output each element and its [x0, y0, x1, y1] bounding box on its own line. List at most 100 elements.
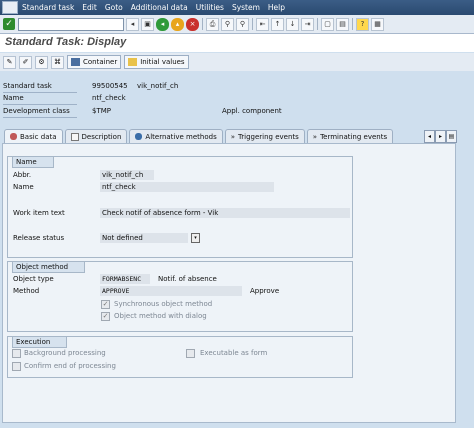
prev-page-icon[interactable]: ↑: [271, 17, 284, 31]
background-processing-checkbox[interactable]: [12, 349, 21, 358]
menu-goto[interactable]: Goto: [105, 3, 123, 12]
standard-toolbar: ✓ ◂ ▣ ◂ ▴ × ⎙ ⚲ ⚲ ⇤ ↑ ↓ ⇥ ▢ ▤ ? ▦: [0, 15, 474, 34]
menu-edit[interactable]: Edit: [82, 3, 97, 12]
find-icon[interactable]: ⚲: [221, 17, 234, 31]
initial-values-button[interactable]: Initial values: [124, 55, 189, 69]
toolbar-separator: [317, 18, 318, 30]
method-description: Approve: [250, 287, 280, 295]
tab-triggering-events-label: Triggering events: [238, 132, 299, 141]
container-button[interactable]: Container: [67, 55, 122, 69]
new-session-icon[interactable]: ▢: [321, 17, 334, 31]
event-arrow-icon: »: [312, 132, 318, 141]
object-type-field[interactable]: FORMABSENC: [100, 274, 150, 284]
object-method-group: Object method Object type FORMABSENC Not…: [7, 261, 353, 332]
tab-strip: Basic data Description Alternative metho…: [4, 129, 395, 143]
event-arrow-icon: »: [230, 132, 236, 141]
appl-component-label: Appl. component: [222, 107, 282, 115]
hierarchy-icon[interactable]: ⚙: [35, 55, 48, 69]
first-page-icon[interactable]: ⇤: [256, 17, 269, 31]
background-processing-label: Background processing: [24, 349, 106, 357]
dialog-label: Object method with dialog: [114, 312, 207, 320]
object-type-description: Notif. of absence: [158, 275, 217, 283]
display-change-icon[interactable]: ✎: [3, 55, 16, 69]
menu-bar: Standard task Edit Goto Additional data …: [0, 0, 474, 15]
container-button-label: Container: [83, 58, 118, 66]
chart-icon: [128, 58, 138, 66]
tab-description-label: Description: [81, 132, 122, 141]
execution-group-title: Execution: [12, 336, 68, 348]
dialog-checkbox[interactable]: ✓: [101, 312, 110, 321]
tab-triggering-events[interactable]: » Triggering events: [224, 129, 305, 143]
menu-additional-data[interactable]: Additional data: [131, 3, 188, 12]
next-page-icon[interactable]: ↓: [286, 17, 299, 31]
container-icon: [71, 58, 80, 66]
help-icon[interactable]: ?: [356, 17, 369, 31]
dev-class-label: Development class: [3, 107, 70, 115]
structure-icon[interactable]: ⌘: [51, 55, 64, 69]
tab-basic-data[interactable]: Basic data: [4, 129, 63, 143]
header-divider: [3, 104, 77, 105]
menu-standard-task[interactable]: Standard task: [22, 3, 74, 12]
work-item-text-label: Work item text: [13, 209, 65, 217]
standard-task-id: 99500545: [92, 82, 128, 90]
screen-title-bar: Standard Task: Display: [0, 34, 474, 52]
dev-class-value: $TMP: [92, 107, 111, 115]
toolbar-separator: [352, 18, 353, 30]
menu-help[interactable]: Help: [268, 3, 285, 12]
name-field[interactable]: ntf_check: [100, 182, 274, 192]
tab-scroll-left-icon[interactable]: ◂: [424, 130, 435, 143]
shortcut-icon[interactable]: ▤: [336, 17, 349, 31]
tab-alternative-methods[interactable]: Alternative methods: [129, 129, 223, 143]
cancel-icon[interactable]: ×: [186, 17, 199, 31]
abbr-field[interactable]: vik_notif_ch: [100, 170, 154, 180]
executable-as-form-label: Executable as form: [200, 349, 268, 357]
abbr-label: Abbr.: [13, 171, 32, 179]
history-dropdown-icon[interactable]: ◂: [126, 17, 139, 31]
methods-icon: [135, 133, 143, 140]
executable-as-form-checkbox[interactable]: [186, 349, 195, 358]
dropdown-icon[interactable]: ▾: [191, 233, 200, 243]
menu-system[interactable]: System: [232, 3, 260, 12]
tab-terminating-events-label: Terminating events: [320, 132, 388, 141]
confirm-end-checkbox[interactable]: [12, 362, 21, 371]
method-field[interactable]: APPROVE: [100, 286, 242, 296]
toolbar-separator: [202, 18, 203, 30]
basic-data-panel: Name Abbr. vik_notif_ch Name ntf_check W…: [2, 143, 456, 423]
name-group-title: Name: [12, 156, 54, 168]
method-label: Method: [13, 287, 40, 295]
work-item-text-field[interactable]: Check notif of absence form - Vik: [100, 208, 350, 218]
tab-description[interactable]: Description: [64, 129, 128, 143]
execution-group: Execution Background processing Executab…: [7, 336, 353, 378]
tab-alternative-methods-label: Alternative methods: [145, 132, 217, 141]
tab-scroll-right-icon[interactable]: ▸: [435, 130, 446, 143]
header-divider: [3, 92, 77, 93]
tab-list-icon[interactable]: ▤: [446, 130, 457, 143]
page-title: Standard Task: Display: [5, 36, 127, 48]
back-icon[interactable]: ◂: [156, 17, 169, 31]
toolbar-separator: [252, 18, 253, 30]
save-icon[interactable]: ▣: [141, 17, 154, 31]
document-icon: [70, 132, 79, 141]
standard-task-label: Standard task: [3, 82, 52, 90]
sap-logo-icon: [2, 1, 18, 14]
initial-values-button-label: Initial values: [140, 58, 185, 66]
header-divider: [3, 117, 77, 118]
name-label: Name: [13, 183, 34, 191]
header-name-label: Name: [3, 94, 24, 102]
menu-utilities[interactable]: Utilities: [196, 3, 224, 12]
command-field[interactable]: [18, 17, 124, 31]
find-next-icon[interactable]: ⚲: [236, 17, 249, 31]
edit-pencil-icon[interactable]: ✐: [19, 55, 32, 69]
last-page-icon[interactable]: ⇥: [301, 17, 314, 31]
layout-icon[interactable]: ▦: [371, 17, 384, 31]
synchronous-checkbox[interactable]: ✓: [101, 300, 110, 309]
print-icon[interactable]: ⎙: [206, 17, 219, 31]
exit-icon[interactable]: ▴: [171, 17, 184, 31]
name-group: Name Abbr. vik_notif_ch Name ntf_check W…: [7, 156, 353, 258]
standard-task-abbr: vik_notif_ch: [137, 82, 179, 90]
enter-icon[interactable]: ✓: [3, 18, 15, 30]
confirm-end-label: Confirm end of processing: [24, 362, 116, 370]
object-type-label: Object type: [13, 275, 54, 283]
tab-terminating-events[interactable]: » Terminating events: [306, 129, 394, 143]
release-status-field[interactable]: Not defined: [100, 233, 188, 243]
